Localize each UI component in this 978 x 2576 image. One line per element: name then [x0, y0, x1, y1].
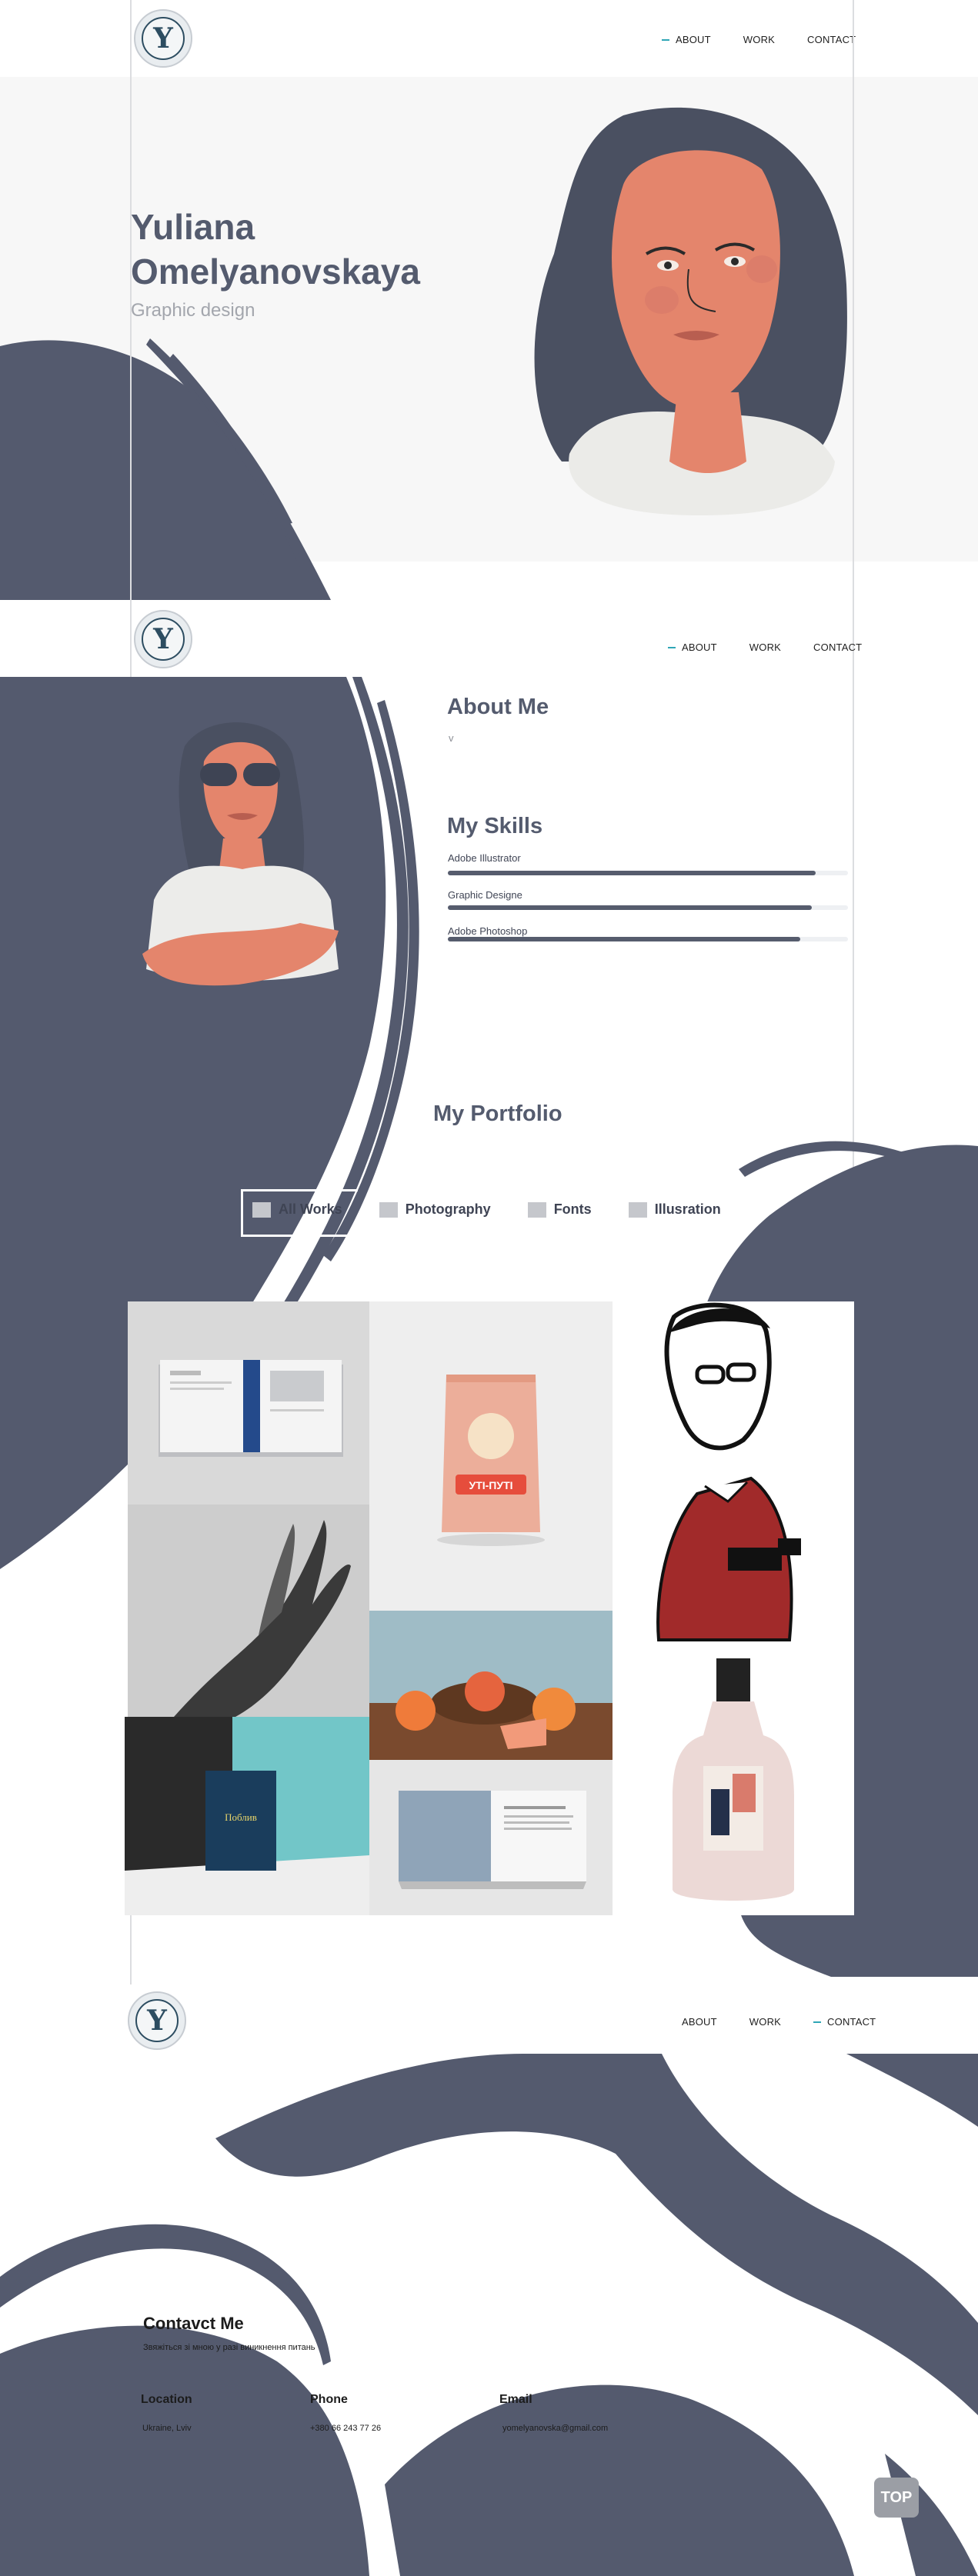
magazine-image [128, 1301, 369, 1505]
hero-subtitle: Graphic design [131, 300, 255, 321]
tab-square [628, 1201, 647, 1218]
nav-work-label: WORK [743, 34, 776, 45]
skill-label-illustrator: Adobe Illustrator [448, 852, 521, 864]
logo-letter: Y [153, 22, 173, 55]
contact-title: Contavct Me [143, 2314, 244, 2333]
open-book-image [369, 1760, 614, 1915]
bottle-image [673, 1658, 794, 1901]
nav-work-label: WORK [749, 2016, 782, 2028]
nav-about[interactable]: ABOUT [662, 34, 711, 45]
skill-bar-illustrator [448, 871, 848, 875]
skill-fill [448, 905, 813, 910]
tab-label: All Works [279, 1201, 342, 1217]
nav-about[interactable]: ABOUT [668, 642, 717, 653]
hero-portrait-illustration [534, 107, 847, 515]
nav-work-label: WORK [749, 642, 782, 653]
nav-about[interactable]: ABOUT [682, 2016, 717, 2028]
main-nav: ABOUT WORK CONTACT [662, 34, 856, 45]
book-cover-image: Поблив [125, 1717, 369, 1915]
email-value[interactable]: yomelyanovska@gmail.com [502, 2424, 608, 2433]
logo-3[interactable]: Y [128, 1991, 186, 2050]
caricature-image [656, 1302, 801, 1641]
tab-square [527, 1201, 546, 1218]
tab-all-works[interactable]: All Works [252, 1201, 342, 1218]
tab-square [379, 1201, 398, 1218]
logo-letter: Y [153, 623, 173, 655]
portfolio-item-hand[interactable] [128, 1505, 369, 1717]
portfolio-item-open-book[interactable] [369, 1760, 614, 1915]
about-text: v [449, 732, 454, 744]
active-dash [662, 38, 669, 41]
skill-label-photoshop: Adobe Photoshop [448, 925, 528, 937]
tab-illustration[interactable]: Illusration [628, 1201, 721, 1218]
active-dash [668, 646, 676, 648]
hand-image [128, 1505, 369, 1717]
nav-about-label: ABOUT [682, 2016, 717, 2028]
nav-contact[interactable]: CONTACT [813, 2016, 876, 2028]
location-value: Ukraine, Lviv [142, 2424, 192, 2433]
phone-label: Phone [310, 2393, 348, 2406]
portfolio-item-grapefruit[interactable] [369, 1611, 613, 1760]
sticky-nav: ABOUT WORK CONTACT [668, 642, 862, 653]
portfolio-item-bottle[interactable] [613, 1658, 854, 1915]
portfolio-item-caricature[interactable] [613, 1301, 854, 1658]
portfolio-item-magazine[interactable] [128, 1301, 369, 1505]
nav-work[interactable]: WORK [743, 34, 775, 45]
scroll-top-button[interactable]: TOP [874, 2478, 919, 2518]
nav-about-label: ABOUT [682, 642, 717, 653]
skill-bar-photoshop [448, 937, 848, 941]
about-portrait-illustration [142, 722, 339, 986]
about-title: About Me [447, 695, 549, 719]
contact-subtitle: Звяжіться зі мною у разі виникнення пита… [143, 2343, 315, 2352]
tab-label: Fonts [553, 1201, 592, 1217]
phone-value[interactable]: +380 66 243 77 26 [310, 2424, 381, 2433]
hero-brush-decoration [0, 338, 331, 600]
tab-label: Photography [405, 1201, 491, 1217]
skills-title: My Skills [447, 814, 543, 838]
nav-work[interactable]: WORK [749, 642, 781, 653]
hero-name-line1: Yuliana [131, 207, 255, 247]
skill-fill [448, 871, 816, 875]
portfolio-item-package[interactable]: УТІ-ПУТІ [369, 1301, 613, 1611]
nav-contact[interactable]: CONTACT [813, 642, 862, 653]
logo[interactable]: Y [134, 9, 192, 68]
nav-work[interactable]: WORK [749, 2016, 781, 2028]
page: Y ABOUT WORK CONTACT Yuliana Omelyanovsk… [0, 0, 978, 2576]
grapefruit-image [369, 1611, 613, 1760]
nav-about-label: ABOUT [676, 34, 711, 45]
tab-label: Illusration [654, 1201, 721, 1217]
tab-square [252, 1201, 271, 1218]
nav-contact-label: CONTACT [827, 2016, 876, 2028]
book-title: Поблив [225, 1811, 257, 1823]
portfolio-tabs: All Works Photography Fonts Illusration [252, 1201, 721, 1218]
tab-fonts[interactable]: Fonts [527, 1201, 592, 1218]
skill-fill [448, 937, 800, 941]
package-image: УТІ-ПУТІ [369, 1301, 613, 1611]
contact-nav: ABOUT WORK CONTACT [682, 2016, 876, 2028]
nav-contact-label: CONTACT [807, 34, 856, 45]
location-label: Location [141, 2393, 192, 2406]
nav-contact[interactable]: CONTACT [807, 34, 856, 45]
skill-label-graphic: Graphic Designe [448, 889, 522, 901]
nav-contact-label: CONTACT [813, 642, 863, 653]
package-label: УТІ-ПУТІ [469, 1479, 512, 1491]
active-dash [813, 2021, 822, 2023]
skill-bar-graphic [448, 905, 848, 910]
portfolio-item-book-cover[interactable]: Поблив [125, 1717, 369, 1915]
logo-letter: Y [147, 2004, 167, 2037]
tab-photography[interactable]: Photography [379, 1201, 491, 1218]
portfolio-title: My Portfolio [433, 1101, 562, 1126]
logo-2[interactable]: Y [134, 610, 192, 668]
email-label: Email [499, 2393, 532, 2406]
hero-name-line2: Omelyanovskaya [131, 252, 420, 292]
